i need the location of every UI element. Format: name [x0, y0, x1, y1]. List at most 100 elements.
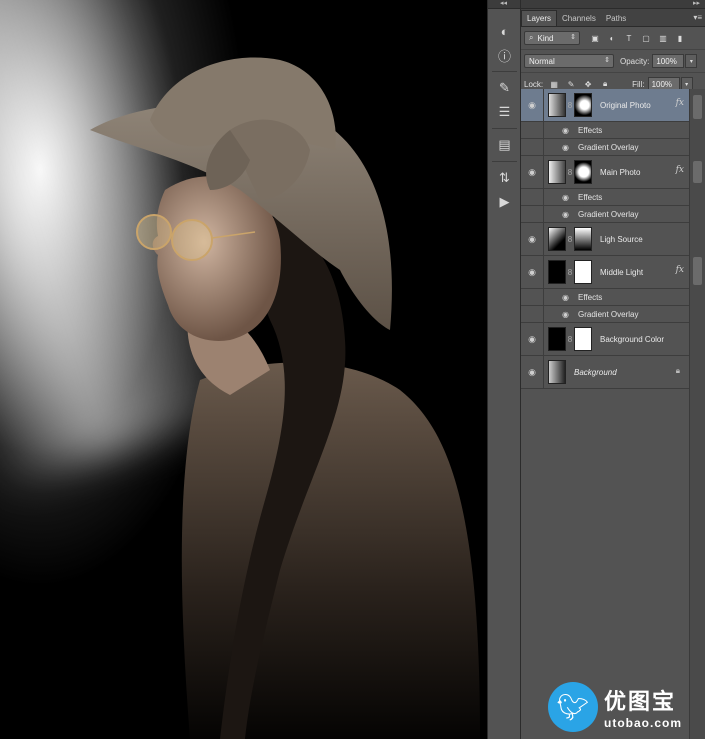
visibility-eye-icon[interactable]: ◉ [562, 210, 574, 219]
effect-eye-spacer [521, 306, 544, 322]
chevron-updown-icon: ⇕ [570, 34, 576, 41]
visibility-eye-icon[interactable]: ◉ [562, 193, 574, 202]
tab-layers[interactable]: Layers [521, 10, 558, 26]
fx-icon[interactable]: fx [676, 165, 684, 175]
effect-name[interactable]: Gradient Overlay [578, 310, 638, 319]
watermark: 🐦︎ 优图宝 utobao.com [548, 680, 705, 734]
opacity-input[interactable]: 100% [652, 54, 685, 68]
shape-filter-icon[interactable]: ▢ [639, 31, 653, 45]
panel-icon-strip: ◂◂ ◐ ⓘ ✎ ☰ ▤ ⇅ ▶ [487, 0, 521, 739]
chevron-updown-icon: ⇕ [604, 57, 610, 64]
layer-thumbnail [548, 260, 566, 284]
layer-middle-light[interactable]: ◉ 8 Middle Light fx [521, 256, 690, 289]
actions-play-icon[interactable]: ▶ [488, 190, 521, 214]
layer-original-photo[interactable]: ◉ 8 Original Photo fx [521, 89, 690, 122]
blend-mode-select[interactable]: Normal ⇕ [524, 54, 614, 68]
fx-icon[interactable]: fx [676, 265, 684, 275]
link-chain-icon[interactable]: 8 [566, 268, 574, 277]
history-icon[interactable]: ⇅ [488, 166, 521, 190]
link-chain-icon[interactable]: 8 [566, 101, 574, 110]
brush-presets-icon[interactable]: ✎ [488, 76, 521, 100]
filter-kind-select[interactable]: ⌕ Kind ⇕ [524, 31, 580, 45]
link-chain-icon[interactable]: 8 [566, 335, 574, 344]
bird-logo-icon: 🐦︎ [548, 682, 598, 732]
opacity-dropdown-icon[interactable]: ▾ [685, 54, 698, 68]
visibility-eye-icon[interactable]: ◉ [521, 323, 544, 355]
visibility-eye-icon[interactable]: ◉ [521, 156, 544, 188]
layer-background-color[interactable]: ◉ 8 Background Color [521, 323, 690, 356]
info-icon[interactable]: ⓘ [488, 43, 521, 67]
adjustments-icon[interactable]: ☰ [488, 100, 521, 124]
effect-eye-spacer [521, 206, 544, 222]
tab-paths[interactable]: Paths [601, 11, 631, 26]
layer-thumbnail [548, 360, 566, 384]
strip-collapse-bar[interactable]: ◂◂ [488, 0, 521, 9]
layer-mask-thumbnail[interactable] [574, 260, 592, 284]
layer-thumbnail [548, 93, 566, 117]
panel-collapse-bar[interactable]: ▸▸ [521, 0, 705, 9]
layer-main-photo[interactable]: ◉ 8 Main Photo fx [521, 156, 690, 189]
layers-scrollbar[interactable] [689, 89, 705, 739]
watermark-title: 优图宝 [604, 689, 677, 714]
fx-icon[interactable]: fx [676, 98, 684, 108]
blend-mode-label: Normal [529, 56, 555, 66]
layer-mask-thumbnail[interactable] [574, 93, 592, 117]
scroll-marker [693, 257, 702, 285]
layers-list: ◉ 8 Original Photo fx ◉ Effects ◉ Gradie… [521, 89, 690, 389]
adjustment-filter-icon[interactable]: ◐ [605, 31, 619, 45]
watermark-url: utobao.com [604, 716, 682, 730]
visibility-eye-icon[interactable]: ◉ [562, 143, 574, 152]
visibility-eye-icon[interactable]: ◉ [562, 293, 574, 302]
strip-divider [492, 161, 517, 162]
effects-eye-spacer [521, 122, 544, 138]
filter-row: ⌕ Kind ⇕ ▣ ◐ T ▢ ▥ ▮ [521, 27, 705, 50]
visibility-eye-icon[interactable]: ◉ [562, 126, 574, 135]
link-chain-icon[interactable]: 8 [566, 235, 574, 244]
visibility-eye-icon[interactable]: ◉ [521, 89, 544, 121]
smart-object-filter-icon[interactable]: ▥ [656, 31, 670, 45]
layer-mask-thumbnail[interactable] [574, 160, 592, 184]
filter-kind-label: Kind [537, 33, 554, 43]
effect-row: ◉ Gradient Overlay [521, 139, 690, 156]
opacity-label: Opacity: [620, 56, 650, 66]
layer-name: Background Color [600, 334, 665, 344]
strip-divider [492, 71, 517, 72]
link-chain-icon[interactable]: 8 [566, 168, 574, 177]
search-icon: ⌕ [529, 33, 534, 42]
fill-label: Fill: [632, 79, 645, 89]
pixel-filter-icon[interactable]: ▣ [588, 31, 602, 45]
lock-icon[interactable]: 🔒︎ [676, 366, 680, 376]
layer-thumbnail [548, 327, 566, 351]
layer-mask-thumbnail[interactable] [574, 227, 592, 251]
scroll-thumb[interactable] [693, 95, 702, 119]
effects-row: ◉ Effects [521, 189, 690, 206]
layer-comps-icon[interactable]: ▤ [488, 133, 521, 157]
effect-row: ◉ Gradient Overlay [521, 206, 690, 223]
visibility-eye-icon[interactable]: ◉ [562, 310, 574, 319]
effects-eye-spacer [521, 289, 544, 305]
panel-menu-icon[interactable]: ▾≡ [693, 13, 702, 22]
color-swatches-icon[interactable]: ◐ [488, 19, 521, 43]
visibility-eye-icon[interactable]: ◉ [521, 256, 544, 288]
layer-mask-thumbnail[interactable] [574, 327, 592, 351]
effects-label: Effects [578, 292, 603, 302]
strip-divider [492, 128, 517, 129]
layer-ligh-source[interactable]: ◉ 8 Ligh Source [521, 223, 690, 256]
layer-name: Ligh Source [600, 234, 643, 244]
visibility-eye-icon[interactable]: ◉ [521, 356, 544, 388]
layer-background[interactable]: ◉ Background 🔒︎ [521, 356, 690, 389]
layers-panel: ▸▸ Layers Channels Paths ▾≡ ⌕ Kind ⇕ ▣ ◐… [520, 0, 705, 739]
effect-eye-spacer [521, 139, 544, 155]
layer-thumbnail [548, 160, 566, 184]
visibility-eye-icon[interactable]: ◉ [521, 223, 544, 255]
effects-label: Effects [578, 125, 603, 135]
filter-toggle-icon[interactable]: ▮ [673, 31, 687, 45]
document-canvas[interactable] [0, 0, 487, 739]
effect-name[interactable]: Gradient Overlay [578, 143, 638, 152]
scroll-marker [693, 161, 702, 183]
layer-name: Background [574, 367, 617, 377]
type-filter-icon[interactable]: T [622, 31, 636, 45]
effects-label: Effects [578, 192, 603, 202]
effect-name[interactable]: Gradient Overlay [578, 210, 638, 219]
tab-channels[interactable]: Channels [557, 11, 601, 26]
